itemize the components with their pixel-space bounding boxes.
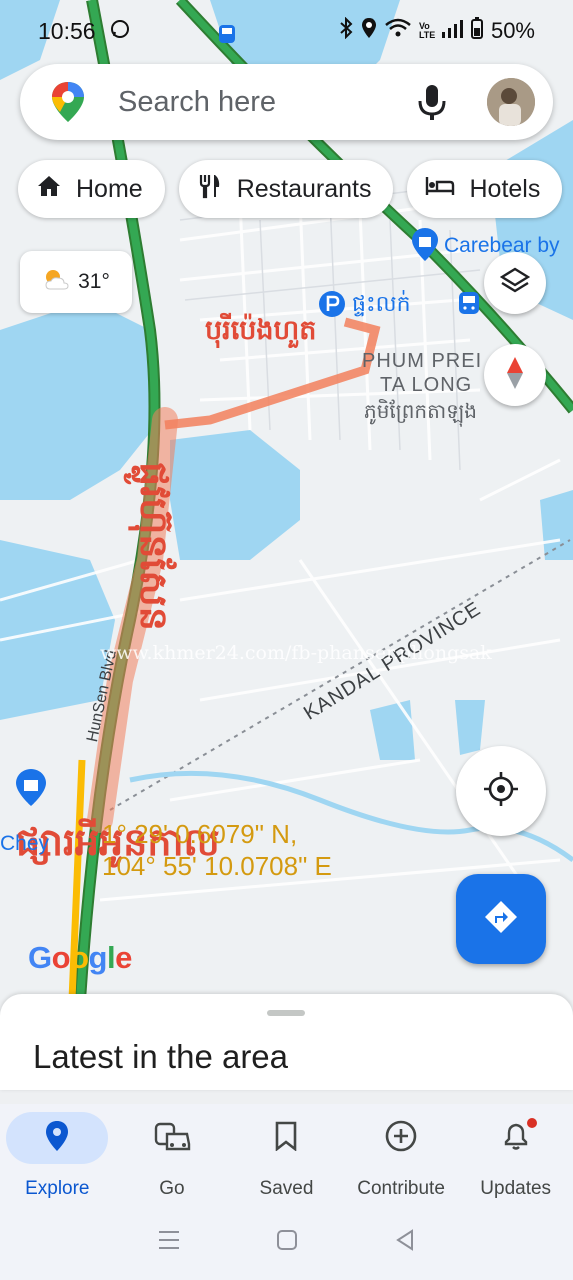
nav-go[interactable]: Go [115, 1104, 230, 1204]
layers-button[interactable] [484, 252, 546, 314]
coords-line-1: 1° 29' 0.6079" N, [102, 819, 298, 849]
area-label-en-2: TA LONG [380, 374, 473, 396]
add-circle-icon [385, 1120, 417, 1157]
handwritten-top-label: បុរីប៉េងហួត [205, 315, 317, 345]
nav-contribute[interactable]: Contribute [344, 1104, 459, 1204]
bus-stop-icon [218, 24, 236, 50]
area-label-km: ភូមិព្រែកតាឡុង [364, 401, 477, 423]
shopping-bag-icon[interactable] [410, 227, 440, 268]
nav-explore[interactable]: Explore [0, 1104, 115, 1204]
place-pin-icon[interactable] [318, 290, 346, 323]
sheet-title: Latest in the area [33, 1038, 289, 1075]
category-chips: Home Restaurants Hotels [18, 160, 563, 218]
chip-home[interactable]: Home [18, 160, 165, 218]
nav-label: Go [159, 1178, 185, 1199]
car-icon [153, 1120, 191, 1157]
place-pin-label[interactable]: ផ្ទះលក់ [352, 290, 411, 322]
pond-south-2 [455, 700, 485, 755]
chip-label: Restaurants [236, 174, 372, 203]
nav-label: Saved [259, 1178, 314, 1199]
battery-percent: 50% [490, 18, 535, 43]
home-nav-icon[interactable] [276, 1229, 298, 1256]
nav-label: Explore [25, 1178, 90, 1199]
shopping-pin-left-icon[interactable] [14, 768, 48, 813]
nav-icon-container [350, 1112, 452, 1164]
google-maps-pin-icon [50, 80, 86, 124]
directions-button[interactable] [456, 874, 546, 964]
nav-saved[interactable]: Saved [229, 1104, 344, 1204]
battery-icon [470, 17, 483, 45]
nav-icon-container [121, 1112, 223, 1164]
hotel-icon [425, 175, 455, 204]
notification-dot [526, 1118, 537, 1128]
bottom-sheet[interactable]: Latest in the area [0, 994, 573, 1090]
bottom-navigation: Explore Go Saved Contribute Updates [0, 1104, 573, 1204]
status-time: 10:56 [38, 17, 96, 44]
area-label-en-1: PHUM PREI [362, 350, 483, 372]
crosshair-icon [483, 771, 519, 812]
chip-hotels[interactable]: Hotels [407, 160, 563, 218]
chip-label: Hotels [469, 174, 541, 203]
coordinates-text: 1° 29' 0.6079" N, 104° 55' 10.0708" E [102, 818, 332, 882]
layers-icon [499, 266, 531, 301]
nav-icon-container [235, 1112, 337, 1164]
nav-label: Updates [480, 1178, 552, 1199]
partly-sunny-icon [42, 267, 70, 297]
handwritten-vertical-label: ផ្លូវហ៊ុនសែន [132, 462, 174, 631]
compass-button[interactable] [484, 344, 546, 406]
pond-east [540, 490, 573, 560]
directions-icon [483, 899, 519, 940]
search-bar[interactable]: Search here [20, 64, 553, 140]
watermark-text: www.khmer24.com/fb-phanser.phongsak [100, 642, 492, 664]
bell-icon [502, 1121, 530, 1156]
back-nav-icon[interactable] [395, 1228, 415, 1256]
search-input[interactable]: Search here [118, 86, 415, 119]
chip-restaurants[interactable]: Restaurants [178, 160, 394, 218]
pond-south-1 [370, 700, 415, 760]
wifi-icon [385, 18, 411, 44]
status-bar: 10:56 Vo LTE 50% [0, 0, 573, 62]
nav-icon-container [465, 1112, 567, 1164]
left-poi-label[interactable]: Chey [0, 832, 49, 856]
compass-icon [504, 355, 526, 396]
chip-label: Home [76, 174, 143, 203]
nav-label: Contribute [357, 1178, 445, 1199]
volte-badge: Vo LTE [418, 21, 436, 40]
my-location-button[interactable] [456, 746, 546, 836]
coords-line-2: 104° 55' 10.0708" E [102, 851, 332, 881]
profile-avatar[interactable] [487, 78, 535, 126]
lake-center [170, 430, 300, 560]
microphone-icon[interactable] [415, 82, 449, 122]
signal-icon [441, 18, 463, 44]
nav-updates[interactable]: Updates [458, 1104, 573, 1204]
bookmark-icon [274, 1121, 298, 1156]
nav-icon-container [6, 1112, 109, 1164]
location-status-icon [361, 17, 377, 45]
map-view[interactable]: 10:56 Vo LTE 50% Search here Home Restau… [0, 0, 573, 1000]
restaurant-icon [197, 173, 223, 206]
system-navigation-bar [0, 1204, 573, 1280]
sheet-drag-handle[interactable] [267, 1010, 305, 1016]
weather-temperature: 31° [78, 270, 110, 293]
whatsapp-icon [110, 19, 130, 44]
weather-chip[interactable]: 31° [20, 251, 132, 313]
bus-stop-map-icon[interactable] [458, 291, 480, 320]
google-logo: Google [28, 940, 132, 975]
home-icon [36, 174, 62, 205]
bluetooth-icon [339, 16, 353, 45]
explore-pin-icon [45, 1120, 69, 1157]
recent-apps-icon[interactable] [158, 1230, 180, 1255]
